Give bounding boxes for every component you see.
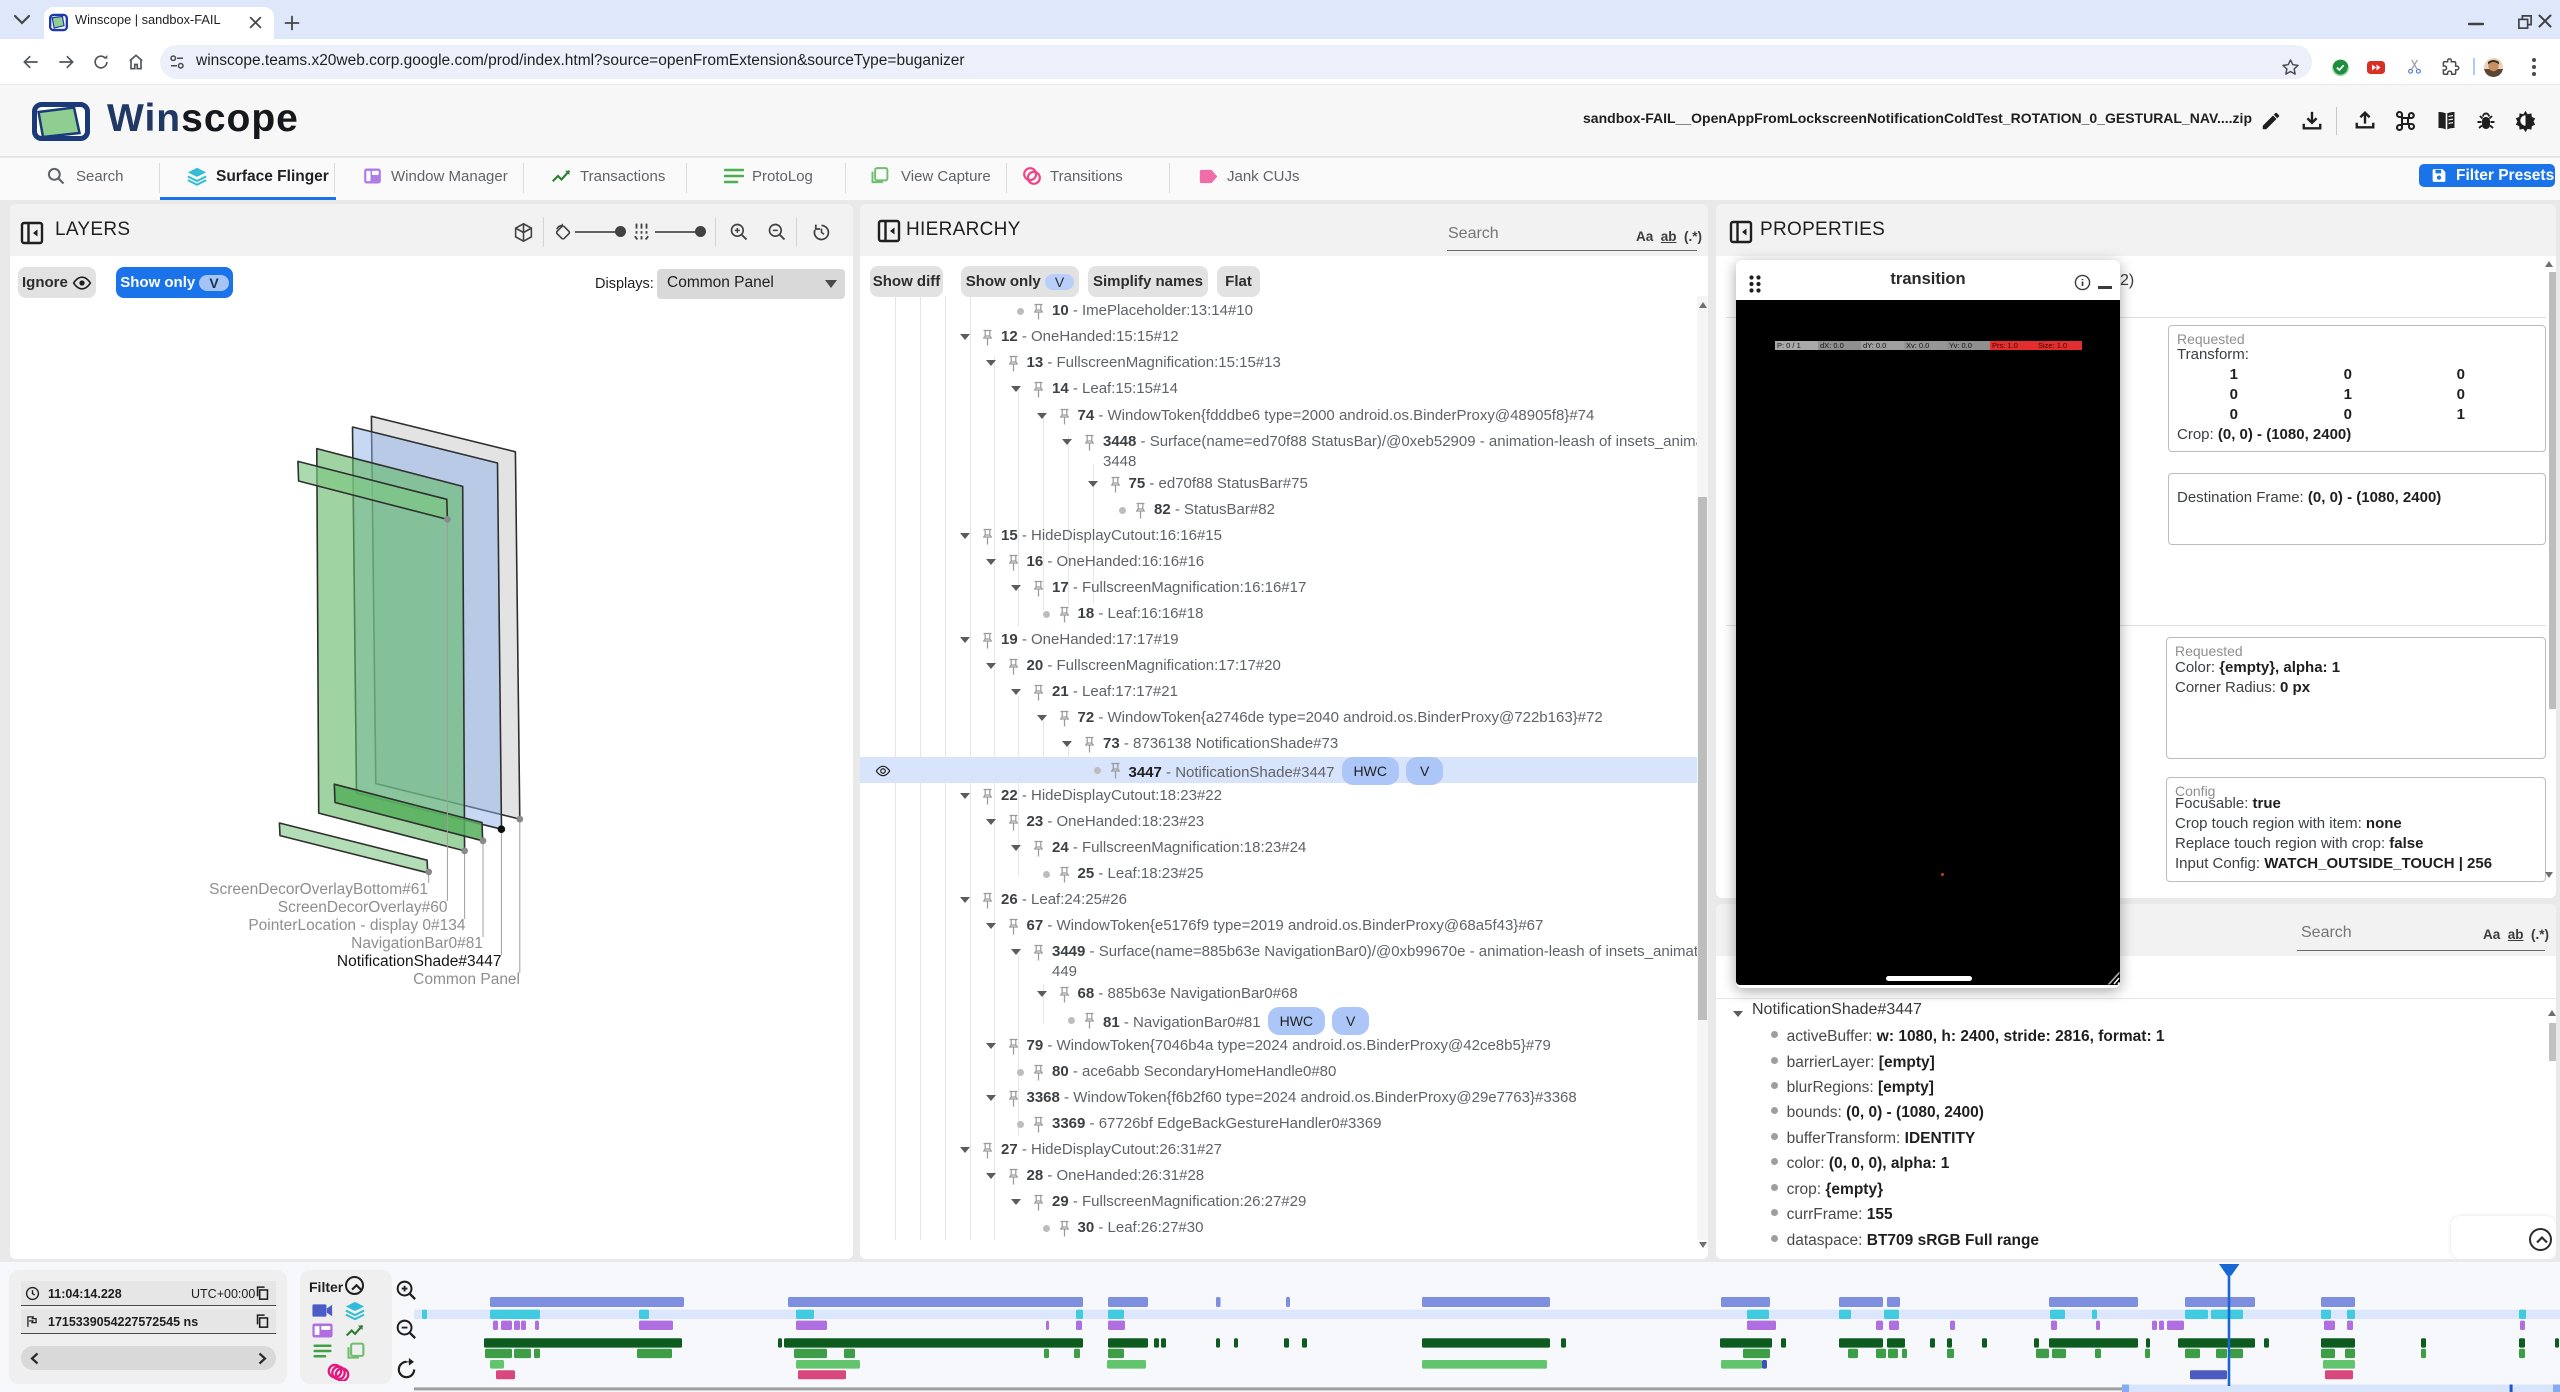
svg-text:PointerLocation - display 0#13: PointerLocation - display 0#134 [248,917,466,934]
svg-text:NotificationShade#3447: NotificationShade#3447 [337,953,502,970]
svg-text:ScreenDecorOverlayBottom#61: ScreenDecorOverlayBottom#61 [209,881,428,898]
svg-text:Common Panel: Common Panel [413,971,520,988]
svg-text:NavigationBar0#81: NavigationBar0#81 [351,935,483,952]
svg-text:ScreenDecorOverlay#60: ScreenDecorOverlay#60 [278,899,448,916]
